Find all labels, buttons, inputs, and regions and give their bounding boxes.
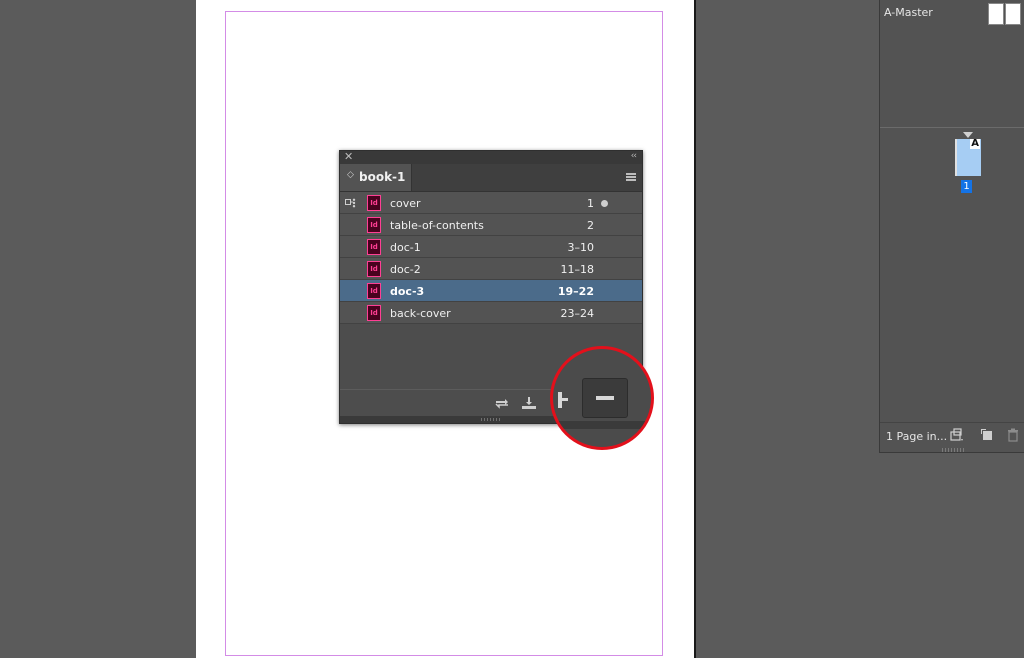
book-document-row[interactable]: Id cover 1: [340, 192, 642, 214]
indesign-document-icon: Id: [367, 283, 381, 299]
book-panel-tabbar: ◇ book-1: [340, 164, 642, 192]
pages-separator[interactable]: [880, 127, 1024, 128]
book-document-row-selected[interactable]: Id doc-3 19–22: [340, 280, 642, 302]
pages-panel-footer: 1 Page in...: [880, 422, 1024, 447]
tab-book-1[interactable]: ◇ book-1: [340, 164, 412, 191]
document-name: cover: [390, 197, 421, 210]
page-thumbnail[interactable]: A: [955, 139, 981, 176]
master-prefix: A: [970, 138, 980, 149]
book-document-list: Id cover 1 Id table-of-contents 2 Id doc…: [340, 192, 642, 324]
master-thumbnail-left[interactable]: [988, 3, 1004, 25]
document-name: doc-3: [390, 285, 425, 298]
master-thumbnail-right[interactable]: [1005, 3, 1021, 25]
new-page-icon[interactable]: [980, 428, 994, 442]
indesign-document-icon: Id: [367, 305, 381, 321]
page-size-icon[interactable]: [950, 428, 964, 442]
remove-document-button[interactable]: [582, 378, 628, 418]
page-number-badge: 1: [961, 180, 972, 193]
book-panel-titlebar[interactable]: ✕ ‹‹: [340, 150, 642, 164]
document-page-range: 2: [587, 219, 594, 232]
style-source-icon[interactable]: [345, 198, 357, 208]
indesign-document-icon: Id: [367, 239, 381, 255]
pages-panel-grip[interactable]: [942, 448, 964, 452]
book-document-row[interactable]: Id doc-2 11–18: [340, 258, 642, 280]
pages-count-label: 1 Page in...: [886, 430, 948, 443]
tab-label: book-1: [359, 170, 406, 184]
collapse-icon[interactable]: ‹‹: [631, 150, 637, 163]
document-open-status-icon: [601, 200, 608, 207]
close-icon[interactable]: ✕: [344, 150, 353, 163]
document-page-range: 1: [587, 197, 594, 210]
indesign-document-icon: Id: [367, 261, 381, 277]
book-document-row[interactable]: Id doc-1 3–10: [340, 236, 642, 258]
indesign-document-icon: Id: [367, 217, 381, 233]
document-name: back-cover: [390, 307, 451, 320]
minus-icon: [596, 396, 614, 400]
document-page-range: 11–18: [560, 263, 595, 276]
pasteboard-divider: [694, 0, 696, 658]
resize-grip-icon[interactable]: [481, 418, 501, 421]
panel-menu-icon[interactable]: [626, 173, 636, 181]
trash-icon[interactable]: [1006, 428, 1020, 442]
document-name: doc-1: [390, 241, 421, 254]
pages-panel: A-Master A 1 1 Page in...: [879, 0, 1024, 453]
remove-button-callout: [550, 346, 654, 450]
tab-arrows-icon: ◇: [347, 170, 354, 180]
master-label[interactable]: A-Master: [884, 6, 933, 19]
document-name: doc-2: [390, 263, 421, 276]
document-page-range: 19–22: [557, 285, 594, 298]
add-document-icon-partial-bar: [558, 398, 568, 401]
synchronize-icon[interactable]: [494, 396, 510, 410]
document-page-range: 3–10: [567, 241, 595, 254]
document-page-range: 23–24: [560, 307, 595, 320]
document-name: table-of-contents: [390, 219, 484, 232]
book-document-row[interactable]: Id back-cover 23–24: [340, 302, 642, 324]
save-book-icon[interactable]: [521, 396, 537, 410]
indesign-document-icon: Id: [367, 195, 381, 211]
book-document-row[interactable]: Id table-of-contents 2: [340, 214, 642, 236]
callout-panel-edge: [553, 421, 651, 429]
